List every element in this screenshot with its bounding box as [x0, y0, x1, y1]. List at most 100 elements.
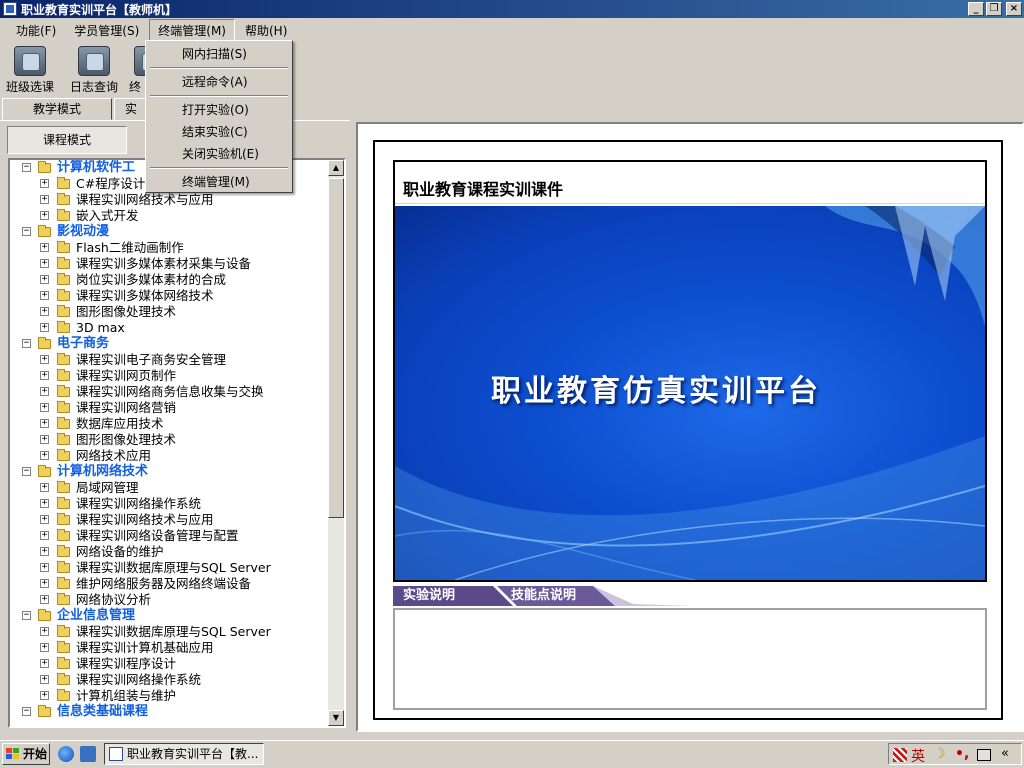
expand-icon[interactable]: +: [40, 211, 49, 220]
minimize-button[interactable]: _: [968, 2, 984, 16]
log-query-button[interactable]: 日志查询: [64, 44, 124, 94]
menu-terminal-management[interactable]: 终端管理(M): [149, 18, 235, 42]
tree-course-item[interactable]: + 网络技术应用: [10, 448, 328, 464]
input-method-icon[interactable]: [893, 748, 907, 762]
menu-item-network-scan[interactable]: 网内扫描(S): [148, 43, 290, 65]
half-width-moon-icon[interactable]: ☽: [933, 746, 946, 762]
tree-course-item[interactable]: + 课程实训多媒体素材采集与设备: [10, 256, 328, 272]
punctuation-icon[interactable]: •,: [955, 746, 969, 762]
expand-icon[interactable]: +: [40, 435, 49, 444]
expand-icon[interactable]: +: [40, 403, 49, 412]
tree-course-item[interactable]: + 课程实训网络商务信息收集与交换: [10, 384, 328, 400]
menu-function[interactable]: 功能(F): [8, 20, 64, 41]
menu-student-management[interactable]: 学员管理(S): [66, 20, 147, 41]
tree-course-item[interactable]: + 课程实训数据库原理与SQL Server: [10, 624, 328, 640]
expand-icon[interactable]: +: [40, 419, 49, 428]
tree-course-item[interactable]: + 课程实训网络设备管理与配置: [10, 528, 328, 544]
soft-keyboard-icon[interactable]: [977, 749, 991, 761]
expand-icon[interactable]: +: [40, 547, 49, 556]
tree-category[interactable]: − 信息类基础课程: [10, 704, 328, 720]
course-mode-button[interactable]: 课程模式: [7, 126, 127, 154]
tree-category[interactable]: − 企业信息管理: [10, 608, 328, 624]
close-button[interactable]: ×: [1006, 2, 1022, 16]
tree-course-item[interactable]: + 课程实训计算机基础应用: [10, 640, 328, 656]
expand-icon[interactable]: +: [40, 451, 49, 460]
tree-course-item[interactable]: + 课程实训多媒体网络技术: [10, 288, 328, 304]
expand-icon[interactable]: +: [40, 179, 49, 188]
collapse-icon[interactable]: −: [22, 163, 31, 172]
expand-icon[interactable]: +: [40, 387, 49, 396]
tree-course-item[interactable]: + 课程实训网页制作: [10, 368, 328, 384]
tree-course-item[interactable]: + 课程实训电子商务安全管理: [10, 352, 328, 368]
expand-icon[interactable]: +: [40, 259, 49, 268]
tree-course-item[interactable]: + 课程实训网络技术与应用: [10, 512, 328, 528]
tab-teaching-mode[interactable]: 教学模式: [2, 98, 112, 120]
collapse-icon[interactable]: −: [22, 707, 31, 716]
tree-course-item[interactable]: + 网络协议分析: [10, 592, 328, 608]
expand-icon[interactable]: +: [40, 659, 49, 668]
tree-course-item[interactable]: + 课程实训网络操作系统: [10, 496, 328, 512]
tree-course-item[interactable]: + 计算机组装与维护: [10, 688, 328, 704]
tree-category[interactable]: − 计算机网络技术: [10, 464, 328, 480]
expand-icon[interactable]: +: [40, 307, 49, 316]
tree-course-item[interactable]: + 维护网络服务器及网络终端设备: [10, 576, 328, 592]
expand-icon[interactable]: +: [40, 579, 49, 588]
course-tree[interactable]: − 计算机软件工 + C#程序设计 + 课程实训网络技术与应用 + 嵌入式开发 − 影视动漫 + Fl…: [8, 158, 346, 728]
scroll-down-button[interactable]: ▼: [328, 710, 344, 726]
expand-icon[interactable]: +: [40, 643, 49, 652]
expand-icon[interactable]: +: [40, 563, 49, 572]
tab-experiment[interactable]: 实: [114, 98, 148, 120]
expand-icon[interactable]: +: [40, 355, 49, 364]
tree-course-item[interactable]: + 数据库应用技术: [10, 416, 328, 432]
tree-course-item[interactable]: + 课程实训程序设计: [10, 656, 328, 672]
collapse-icon[interactable]: −: [22, 339, 31, 348]
class-select-button[interactable]: 班级选课: [0, 44, 60, 94]
expand-icon[interactable]: +: [40, 483, 49, 492]
menu-item-terminal-management[interactable]: 终端管理(M): [148, 171, 290, 193]
collapse-tray-icon[interactable]: «: [1001, 746, 1009, 761]
expand-icon[interactable]: +: [40, 291, 49, 300]
terminal-toolbar-button[interactable]: 终: [124, 44, 160, 94]
start-button[interactable]: 开始: [2, 743, 50, 765]
tree-course-item[interactable]: +3D max: [10, 320, 328, 336]
scroll-thumb[interactable]: [328, 178, 344, 518]
expand-icon[interactable]: +: [40, 499, 49, 508]
language-indicator[interactable]: 英: [911, 746, 925, 766]
expand-icon[interactable]: +: [40, 691, 49, 700]
tree-course-item[interactable]: + 局域网管理: [10, 480, 328, 496]
expand-icon[interactable]: +: [40, 195, 49, 204]
tree-course-item[interactable]: + 图形图像处理技术: [10, 432, 328, 448]
expand-icon[interactable]: +: [40, 515, 49, 524]
restore-button[interactable]: ❐: [986, 2, 1002, 16]
collapse-icon[interactable]: −: [22, 467, 31, 476]
menu-item-end-experiment[interactable]: 结束实验(C): [148, 121, 290, 143]
scroll-up-button[interactable]: ▲: [328, 160, 344, 176]
internet-explorer-icon[interactable]: [58, 746, 74, 762]
menu-item-shutdown-experiment-machine[interactable]: 关闭实验机(E): [148, 143, 290, 165]
expand-icon[interactable]: +: [40, 627, 49, 636]
tree-scrollbar[interactable]: ▲ ▼: [328, 160, 344, 726]
expand-icon[interactable]: +: [40, 243, 49, 252]
show-desktop-icon[interactable]: [80, 746, 96, 762]
tree-category[interactable]: − 影视动漫: [10, 224, 328, 240]
tab-experiment-description[interactable]: 实验说明: [393, 586, 455, 606]
expand-icon[interactable]: +: [40, 675, 49, 684]
expand-icon[interactable]: +: [40, 275, 49, 284]
taskbar-app-button[interactable]: 职业教育实训平台【教...: [104, 743, 264, 765]
menu-help[interactable]: 帮助(H): [237, 20, 295, 41]
tree-course-item[interactable]: + 课程实训数据库原理与SQL Server: [10, 560, 328, 576]
tree-course-item[interactable]: + 课程实训网络操作系统: [10, 672, 328, 688]
collapse-icon[interactable]: −: [22, 227, 31, 236]
tree-category[interactable]: − 电子商务: [10, 336, 328, 352]
tree-course-item[interactable]: + 网络设备的维护: [10, 544, 328, 560]
menu-item-open-experiment[interactable]: 打开实验(O): [148, 99, 290, 121]
menu-item-remote-command[interactable]: 远程命令(A): [148, 71, 290, 93]
panel-splitter[interactable]: [350, 120, 354, 732]
tree-course-item[interactable]: + 图形图像处理技术: [10, 304, 328, 320]
expand-icon[interactable]: +: [40, 323, 49, 332]
tree-course-item[interactable]: + 课程实训网络技术与应用: [10, 192, 328, 208]
tree-course-item[interactable]: + Flash二维动画制作: [10, 240, 328, 256]
expand-icon[interactable]: +: [40, 371, 49, 380]
tab-skill-description[interactable]: 技能点说明: [501, 586, 576, 606]
expand-icon[interactable]: +: [40, 531, 49, 540]
